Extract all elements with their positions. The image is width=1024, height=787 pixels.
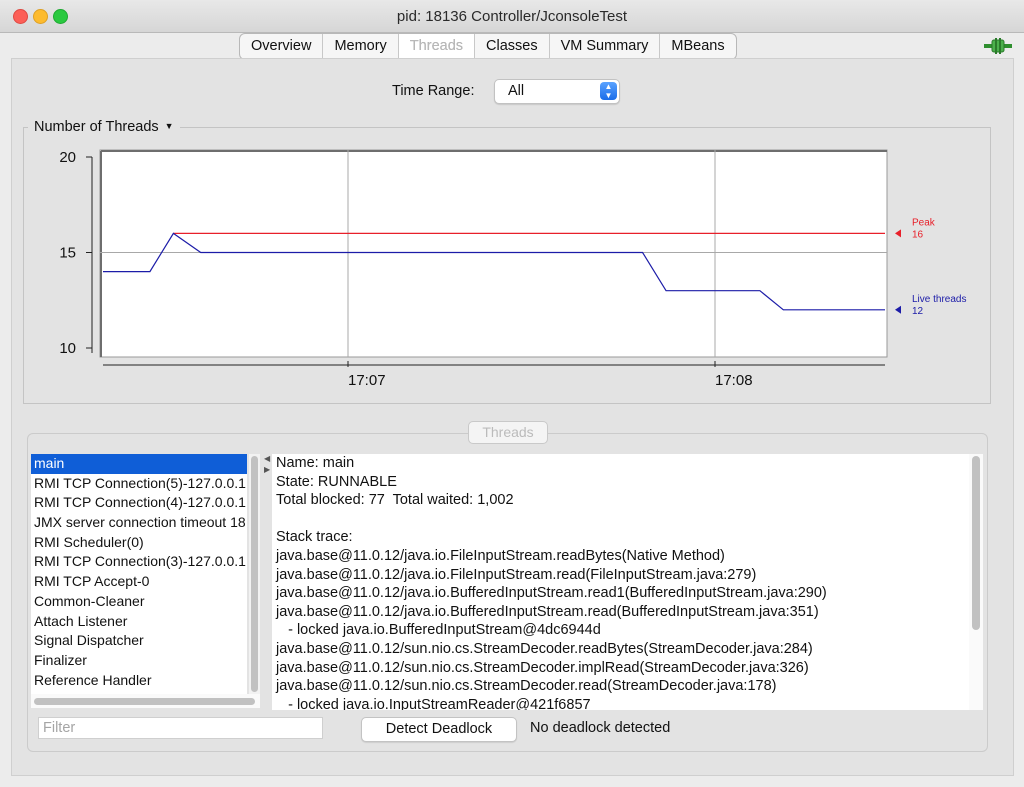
thread-list-item[interactable]: Signal Dispatcher [31, 631, 247, 651]
thread-detail-line: java.base@11.0.12/sun.nio.cs.StreamDecod… [276, 640, 813, 657]
thread-detail-line [272, 510, 969, 529]
split-pane-divider[interactable] [262, 452, 272, 710]
thread-detail-line: java.base@11.0.12/sun.nio.cs.StreamDecod… [276, 659, 809, 676]
threads-section-label: Threads [468, 421, 548, 444]
thread-list-horizontal-scrollbar[interactable] [31, 694, 260, 708]
thread-list-item[interactable]: RMI TCP Connection(5)-127.0.0.1 [31, 474, 247, 494]
legend-name: Peak [912, 217, 936, 228]
thread-detail-line: Total blocked: 77 Total waited: 1,002 [276, 492, 514, 509]
series-marker-icon [895, 229, 901, 238]
thread-detail-line: Stack trace: [276, 529, 353, 546]
thread-detail-line: - locked java.io.BufferedInputStream@4dc… [276, 622, 601, 639]
thread-list[interactable]: main RMI TCP Connection(5)-127.0.0.1 RMI T… [31, 454, 247, 694]
plot-area [99, 149, 888, 358]
thread-detail-line: State: RUNNABLE [276, 473, 397, 490]
thread-list-item[interactable]: Attach Listener [31, 612, 247, 632]
thread-detail-vertical-scrollbar[interactable] [969, 454, 983, 710]
x-tick-label: 17:07 [348, 372, 386, 389]
expand-right-icon[interactable]: ▶ [264, 465, 270, 474]
thread-list-item[interactable]: RMI TCP Accept-0 [31, 572, 247, 592]
y-tick-label: 20 [59, 149, 76, 166]
thread-detail-line: java.base@11.0.12/java.io.BufferedInputS… [276, 585, 827, 602]
y-tick-label: 10 [59, 340, 76, 357]
collapse-left-icon[interactable]: ◀ [264, 454, 270, 463]
threads-chart: 10 15 20 17:07 17:08 Peak16 Live threads12 [59, 149, 966, 389]
thread-list-item[interactable]: JMX server connection timeout 18 [31, 513, 247, 533]
thread-list-item[interactable]: Common-Cleaner [31, 592, 247, 612]
thread-detail-line: - locked java.io.InputStreamReader@421f6… [276, 696, 591, 710]
legend-value: 12 [912, 306, 924, 317]
legend-value: 16 [912, 229, 924, 240]
thread-list-item[interactable]: RMI Scheduler(0) [31, 533, 247, 553]
legend-name: Live threads [912, 294, 966, 305]
detect-deadlock-button[interactable]: Detect Deadlock [361, 717, 517, 742]
thread-detail-line: java.base@11.0.12/sun.nio.cs.StreamDecod… [276, 678, 777, 695]
thread-list-item[interactable]: RMI TCP Connection(4)-127.0.0.1 [31, 493, 247, 513]
x-tick-label: 17:08 [715, 372, 753, 389]
thread-detail-text[interactable]: Name: main State: RUNNABLE Total blocked: … [272, 454, 969, 710]
series-marker-icon [895, 305, 901, 314]
deadlock-status: No deadlock detected [530, 720, 671, 736]
filter-input[interactable] [38, 717, 323, 739]
y-tick-label: 15 [59, 245, 76, 262]
thread-list-item[interactable]: Reference Handler [31, 671, 247, 691]
thread-list-item[interactable]: Finalizer [31, 651, 247, 671]
thread-list-item[interactable]: RMI TCP Connection(3)-127.0.0.1 [31, 552, 247, 572]
thread-detail-line: Name: main [276, 455, 355, 471]
thread-list-item[interactable]: main [31, 454, 247, 474]
thread-detail-line: java.base@11.0.12/java.io.BufferedInputS… [276, 603, 819, 620]
thread-list-vertical-scrollbar[interactable] [249, 454, 260, 694]
thread-detail-line: java.base@11.0.12/java.io.FileInputStrea… [276, 566, 757, 583]
thread-detail-line: java.base@11.0.12/java.io.FileInputStrea… [276, 547, 725, 564]
